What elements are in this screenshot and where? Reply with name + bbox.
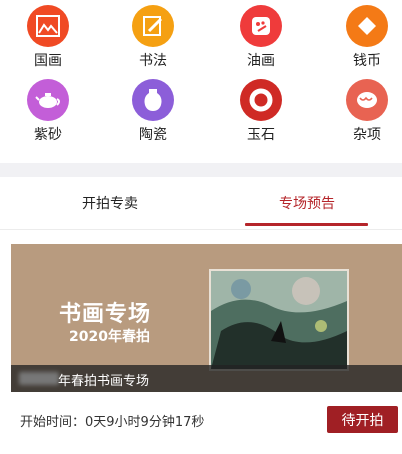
walnut-icon: [346, 79, 388, 121]
landscape-painting-icon: [27, 5, 69, 47]
caption-blurred-prefix: [19, 372, 59, 385]
category-grid: 国画 书法 油画 钱币 紫砂 陶瓷 玉石 杂项: [0, 0, 402, 160]
banner-caption-bar: 年春拍书画专场: [11, 365, 402, 392]
auction-banner[interactable]: 书画专场 2020年春拍 年春拍书画专场: [11, 244, 402, 392]
tab-preview[interactable]: 专场预告: [230, 177, 384, 229]
category-shufa[interactable]: 书法: [118, 5, 188, 69]
calligraphy-brush-icon: [132, 5, 174, 47]
category-label: 杂项: [353, 127, 381, 143]
category-qianbi[interactable]: 钱币: [332, 5, 402, 69]
tab-preview-label: 专场预告: [279, 196, 335, 212]
banner-caption: 年春拍书画专场: [58, 374, 150, 389]
banner-subtitle: 2020年春拍: [69, 329, 150, 345]
start-time: 开始时间：0天9小时9分钟17秒: [20, 415, 205, 430]
jade-disc-icon: [240, 79, 282, 121]
category-youhua[interactable]: 油画: [226, 5, 296, 69]
auction-tabs: 开拍专卖 专场预告: [0, 177, 402, 230]
painting-thumbnail: [209, 269, 349, 371]
active-tab-indicator: [245, 223, 368, 226]
category-taoci[interactable]: 陶瓷: [118, 79, 188, 143]
category-label: 书法: [139, 53, 167, 69]
category-label: 钱币: [353, 53, 381, 69]
category-zaxiang[interactable]: 杂项: [332, 79, 402, 143]
category-label: 陶瓷: [139, 127, 167, 143]
category-yushi[interactable]: 玉石: [226, 79, 296, 143]
category-label: 油画: [247, 53, 275, 69]
status-button[interactable]: 待开拍: [327, 406, 398, 433]
coin-icon: [346, 5, 388, 47]
tab-live-auction[interactable]: 开拍专卖: [28, 177, 192, 229]
category-label: 紫砂: [34, 127, 62, 143]
category-guohua[interactable]: 国画: [13, 5, 83, 69]
category-label: 国画: [34, 53, 62, 69]
vase-icon: [132, 79, 174, 121]
oil-palette-icon: [240, 5, 282, 47]
banner-title: 书画专场: [59, 302, 152, 327]
teapot-icon: [27, 79, 69, 121]
category-label: 玉石: [247, 127, 275, 143]
category-zisha[interactable]: 紫砂: [13, 79, 83, 143]
auction-footer: 开始时间：0天9小时9分钟17秒 待开拍: [0, 400, 402, 440]
section-divider: [0, 163, 402, 177]
